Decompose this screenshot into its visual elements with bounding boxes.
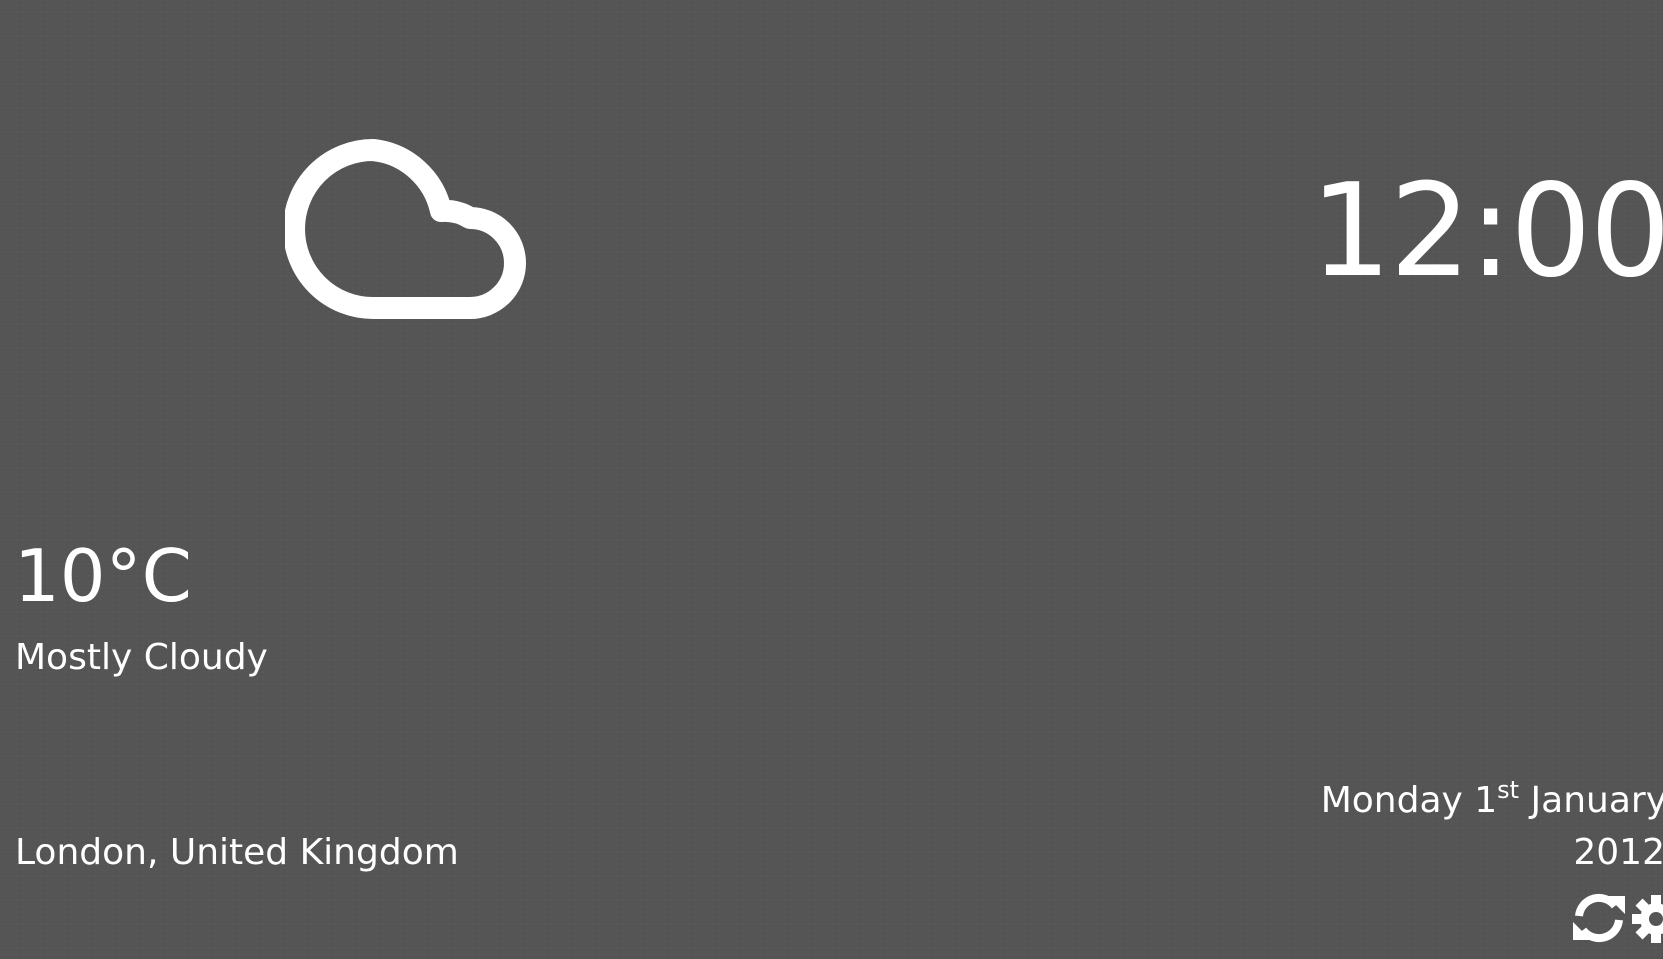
date-ordinal-suffix: st: [1497, 776, 1520, 804]
temperature: 10°C: [14, 534, 192, 618]
clock-time: 12:00: [1310, 157, 1663, 306]
weather-clock-screen: 12:00 10°C Mostly Cloudy London, United …: [0, 0, 1663, 959]
cloud-icon: [285, 139, 526, 319]
refresh-icon[interactable]: [1571, 892, 1627, 944]
location: London, United Kingdom: [15, 832, 459, 873]
weather-condition: Mostly Cloudy: [15, 637, 268, 678]
date-year: 2012: [1573, 832, 1663, 873]
date-line: Monday 1st January: [1320, 778, 1663, 821]
gear-icon[interactable]: [1631, 894, 1663, 944]
date-day: Monday 1: [1320, 780, 1498, 821]
date-month: January: [1519, 780, 1663, 821]
controls: [1563, 888, 1663, 948]
